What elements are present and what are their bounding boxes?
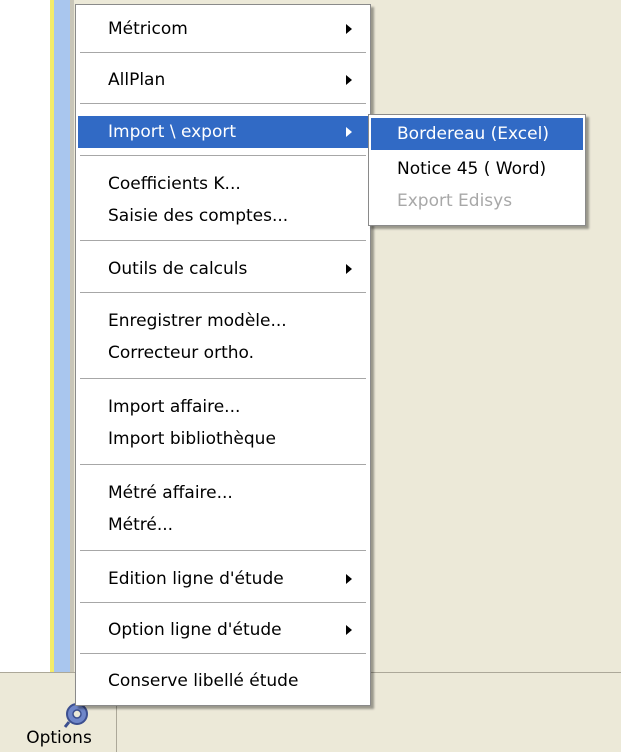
menu-separator [80,653,366,654]
import-export-submenu: Bordereau (Excel) Notice 45 ( Word) Expo… [368,114,586,226]
menu-item-saisie-comptes[interactable]: Saisie des comptes... [78,200,368,232]
menu-item-label: Métricom [108,19,188,39]
submenu-arrow-icon [346,264,352,274]
menu-item-metre-affaire[interactable]: Métré affaire... [78,477,368,509]
menu-separator [80,292,366,293]
menu-item-label: Import \ export [108,122,237,142]
submenu-item-export-edisys: Export Edisys [371,185,583,217]
menu-item-correcteur-ortho[interactable]: Correcteur ortho. [78,337,368,369]
menu-separator [80,240,366,241]
menu-item-label: Métré affaire... [108,483,233,503]
menu-item-import-bibliotheque[interactable]: Import bibliothèque [78,423,368,455]
submenu-arrow-icon [346,574,352,584]
menu-separator [80,464,366,465]
menu-item-label: Correcteur ortho. [108,343,255,363]
menu-item-edition-ligne-etude[interactable]: Edition ligne d'étude [78,563,368,595]
submenu-item-label: Bordereau (Excel) [397,124,549,144]
options-label: Options [26,728,92,748]
submenu-arrow-icon [346,75,352,85]
menu-item-import-export[interactable]: Import \ export [78,116,368,148]
menu-item-label: Import affaire... [108,397,241,417]
menu-separator [80,378,366,379]
menu-separator [80,155,366,156]
menu-item-outils-calculs[interactable]: Outils de calculs [78,253,368,285]
menu-item-metre[interactable]: Métré... [78,509,368,541]
menu-item-coefficients-k[interactable]: Coefficients K... [78,168,368,200]
menu-item-allplan[interactable]: AllPlan [78,64,368,96]
menu-item-conserve-libelle[interactable]: Conserve libellé étude [78,665,368,697]
background-strip [54,0,70,672]
menu-item-label: Outils de calculs [108,259,248,279]
menu-item-metricom[interactable]: Métricom [78,13,368,45]
menu-item-enregistrer-modele[interactable]: Enregistrer modèle... [78,305,368,337]
menu-separator [80,550,366,551]
context-menu: Métricom AllPlan Import \ export Coeffic… [75,4,371,706]
background-strip [70,0,74,672]
submenu-arrow-icon [346,127,352,137]
menu-item-label: Coefficients K... [108,174,241,194]
menu-item-label: Option ligne d'étude [108,620,282,640]
menu-separator [80,103,366,104]
menu-item-label: Saisie des comptes... [108,206,289,226]
menu-item-label: Enregistrer modèle... [108,311,287,331]
menu-separator [80,52,366,53]
submenu-item-label: Notice 45 ( Word) [397,159,547,179]
menu-item-label: Edition ligne d'étude [108,569,284,589]
background-pane [0,0,50,672]
submenu-item-notice-45-word[interactable]: Notice 45 ( Word) [371,153,583,185]
menu-item-label: Conserve libellé étude [108,671,299,691]
menu-item-import-affaire[interactable]: Import affaire... [78,391,368,423]
menu-item-label: Import bibliothèque [108,429,276,449]
submenu-arrow-icon [346,24,352,34]
menu-item-label: AllPlan [108,70,166,90]
submenu-item-label: Export Edisys [397,191,513,211]
submenu-arrow-icon [346,625,352,635]
menu-item-option-ligne-etude[interactable]: Option ligne d'étude [78,614,368,646]
menu-item-label: Métré... [108,515,174,535]
submenu-item-bordereau-excel[interactable]: Bordereau (Excel) [371,118,583,150]
menu-separator [80,602,366,603]
